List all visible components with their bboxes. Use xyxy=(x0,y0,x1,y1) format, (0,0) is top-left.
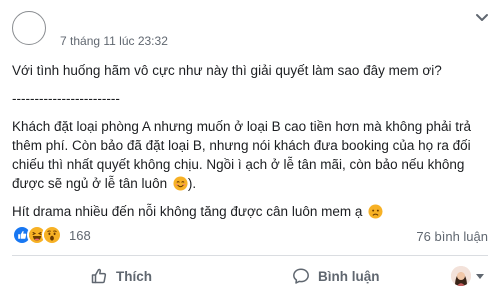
reaction-count[interactable]: 168 xyxy=(69,228,91,243)
smiling-blush-emoji-icon xyxy=(173,176,188,191)
post-card: 7 tháng 11 lúc 23:32 Với tình huống hãm … xyxy=(0,0,500,295)
comment-count[interactable]: 76 bình luận xyxy=(416,229,488,244)
like-button-label: Thích xyxy=(116,268,152,284)
post-paragraph-question: Với tình huống hãm vô cực như này thì gi… xyxy=(12,63,442,78)
sad-face-emoji-icon xyxy=(368,204,383,219)
comment-button-label: Bình luận xyxy=(318,268,380,284)
chevron-down-icon[interactable] xyxy=(475,12,489,24)
post-paragraph-story-text: Khách đặt loại phòng A nhưng muốn ở loại… xyxy=(12,119,472,191)
action-divider xyxy=(12,255,488,256)
post-timestamp[interactable]: 7 tháng 11 lúc 23:32 xyxy=(60,34,168,48)
thumbs-up-icon xyxy=(91,268,107,284)
post-body: Với tình huống hãm vô cực như này thì gi… xyxy=(12,61,490,230)
speech-bubble-icon xyxy=(293,268,309,284)
author-avatar[interactable] xyxy=(12,11,46,45)
wow-reaction-icon xyxy=(42,225,62,245)
comment-as-selector[interactable] xyxy=(451,266,484,286)
post-separator: ------------------------ xyxy=(12,91,120,106)
post-paragraph-drama: Hít drama nhiều đến nỗi không tăng được … xyxy=(12,202,490,221)
user-avatar xyxy=(451,266,471,286)
post-paragraph-story: Khách đặt loại phòng A nhưng muốn ở loại… xyxy=(12,117,490,193)
reaction-summary[interactable]: 168 xyxy=(12,225,91,245)
post-paragraph-story-suffix: ). xyxy=(187,176,197,191)
like-button[interactable]: Thích xyxy=(90,265,152,287)
comment-button[interactable]: Bình luận xyxy=(292,265,380,287)
post-paragraph-drama-text: Hít drama nhiều đến nỗi không tăng được … xyxy=(12,204,363,219)
chevron-down-icon xyxy=(476,273,484,279)
